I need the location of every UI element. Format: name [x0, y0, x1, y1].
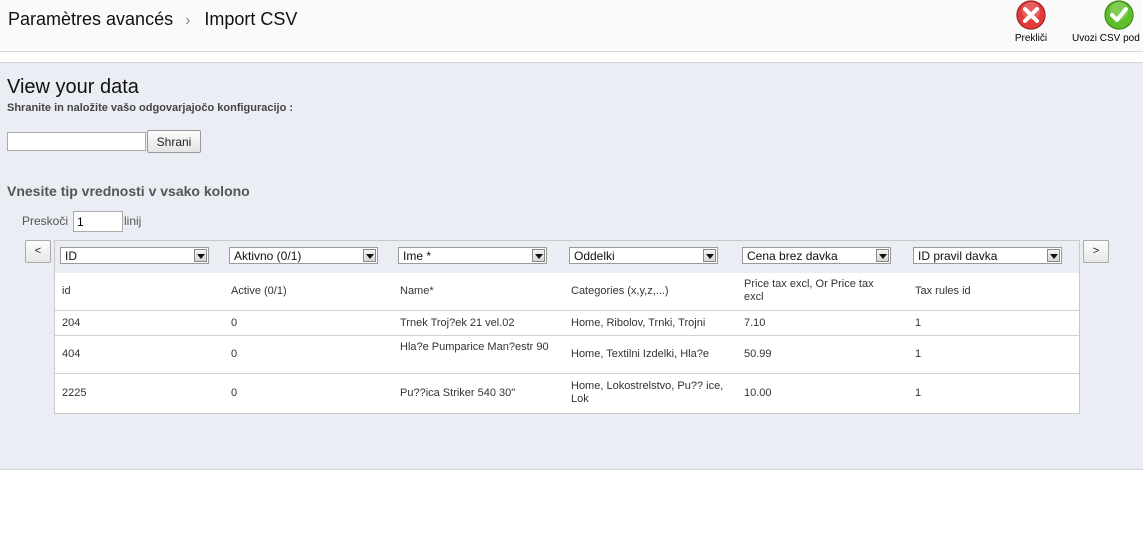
table-cell: 404 — [62, 348, 81, 360]
column-header: Tax rules id — [915, 285, 971, 297]
table-cell: 10.00 — [744, 387, 772, 399]
chevron-down-icon — [363, 249, 376, 262]
column-type-select[interactable]: Cena brez davka — [742, 247, 891, 264]
select-value: Ime * — [403, 249, 432, 263]
column-type-select[interactable]: Aktivno (0/1) — [229, 247, 378, 264]
table-cell: 204 — [62, 317, 81, 329]
chevron-down-icon — [1047, 249, 1060, 262]
table-cell: 50.99 — [744, 348, 772, 360]
column-type-row: ID Aktivno (0/1) Ime * Oddelki Cena brez… — [55, 241, 1079, 273]
header-toolbar: Paramètres avancés › Import CSV Prekliči U… — [0, 0, 1143, 52]
cancel-label: Prekliči — [1014, 33, 1048, 44]
table-cell: Pu??ica Striker 540 30" — [400, 387, 516, 399]
table-cell: Home, Ribolov, Trnki, Trojni — [571, 317, 706, 329]
table-cell: Home, Lokostrelstvo, Pu?? ice, Lok — [571, 380, 724, 405]
chevron-down-icon — [532, 249, 545, 262]
breadcrumb-current: Import CSV — [204, 9, 298, 29]
table-cell: 0 — [231, 348, 238, 360]
prev-columns-button[interactable]: < — [25, 240, 51, 263]
table-cell: 1 — [915, 317, 922, 329]
cancel-button[interactable]: Prekliči — [1010, 0, 1052, 44]
table-cell: Home, Textilni Izdelki, Hla?e — [571, 348, 709, 360]
row-divider — [55, 335, 1079, 336]
chevron-right-icon: › — [185, 12, 191, 29]
skip-unit-label: linij — [124, 214, 142, 228]
data-preview-table: ID Aktivno (0/1) Ime * Oddelki Cena brez… — [54, 240, 1080, 414]
table-cell: Hla?e Pumparice Man?estr 90 — [400, 341, 549, 353]
config-subtitle: Shranite in naložite vašo odgovarjajočo … — [7, 102, 294, 114]
table-cell: 0 — [231, 317, 238, 329]
column-type-select[interactable]: ID pravil davka — [913, 247, 1062, 264]
chevron-down-icon — [194, 249, 207, 262]
breadcrumb-parent[interactable]: Paramètres avancés — [8, 9, 173, 29]
select-value: ID — [65, 249, 77, 263]
close-icon — [1016, 0, 1046, 30]
column-header: Name* — [400, 285, 434, 297]
select-value: Cena brez davka — [747, 249, 838, 263]
skip-lines-input[interactable] — [73, 211, 123, 232]
breadcrumb: Paramètres avancés › Import CSV — [8, 9, 297, 30]
import-csv-button[interactable]: Uvozi CSV pod — [1068, 0, 1143, 44]
section-title: Vnesite tip vrednosti v vsako kolono — [7, 183, 250, 199]
table-cell: 1 — [915, 348, 922, 360]
select-value: ID pravil davka — [918, 249, 998, 263]
column-type-select[interactable]: ID — [60, 247, 209, 264]
table-cell: 0 — [231, 387, 238, 399]
select-value: Oddelki — [574, 249, 615, 263]
table-cell: 1 — [915, 387, 922, 399]
column-header: id — [62, 285, 71, 297]
page-title: View your data — [7, 76, 139, 98]
chevron-down-icon — [876, 249, 889, 262]
row-divider — [55, 373, 1079, 374]
column-header: Active (0/1) — [231, 285, 287, 297]
config-name-input[interactable] — [7, 132, 146, 151]
import-label: Uvozi CSV pod — [1072, 33, 1140, 44]
next-columns-button[interactable]: > — [1083, 240, 1109, 263]
column-header: Categories (x,y,z,...) — [571, 285, 669, 297]
save-config-button[interactable]: Shrani — [147, 130, 201, 153]
table-cell: 2225 — [62, 387, 87, 399]
column-type-select[interactable]: Oddelki — [569, 247, 718, 264]
table-cell: Trnek Troj?ek 21 vel.02 — [400, 317, 515, 329]
column-type-select[interactable]: Ime * — [398, 247, 547, 264]
import-panel: View your data Shranite in naložite vašo… — [0, 62, 1143, 470]
row-divider — [55, 310, 1079, 311]
skip-label: Preskoči — [22, 214, 69, 228]
check-icon — [1104, 0, 1134, 30]
select-value: Aktivno (0/1) — [234, 249, 302, 263]
table-cell: 7.10 — [744, 317, 766, 329]
column-header: Price tax excl, Or Price tax excl — [744, 278, 874, 303]
chevron-down-icon — [703, 249, 716, 262]
